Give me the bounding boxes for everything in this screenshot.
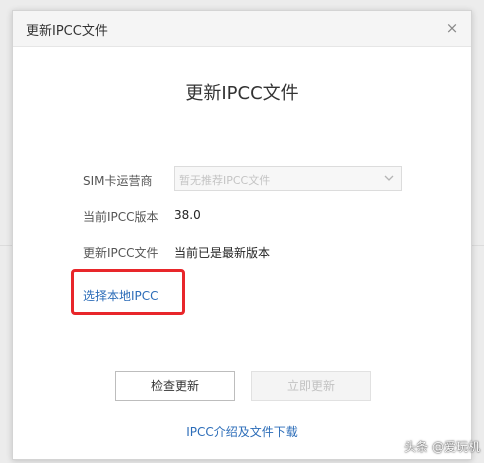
chevron-down-icon bbox=[384, 175, 394, 181]
update-file-label: 更新IPCC文件 bbox=[83, 246, 159, 260]
background-divider-right bbox=[472, 245, 484, 246]
current-version-value: 38.0 bbox=[174, 208, 201, 222]
carrier-select-value: 暂无推荐IPCC文件 bbox=[179, 174, 271, 187]
update-ipcc-dialog: 更新IPCC文件 × 更新IPCC文件 SIM卡运营商 暂无推荐IPCC文件 当… bbox=[12, 10, 472, 460]
check-update-button[interactable]: 检查更新 bbox=[115, 371, 235, 401]
dialog-title: 更新IPCC文件 bbox=[26, 24, 108, 39]
update-now-button: 立即更新 bbox=[251, 371, 371, 401]
update-file-status: 当前已是最新版本 bbox=[174, 246, 271, 260]
carrier-label: SIM卡运营商 bbox=[83, 174, 153, 188]
close-icon[interactable]: × bbox=[445, 20, 459, 36]
watermark-text: 头条 @爱玩机 bbox=[404, 440, 480, 454]
ipcc-intro-download-link[interactable]: IPCC介绍及文件下载 bbox=[13, 423, 471, 440]
background-divider-left bbox=[0, 245, 12, 246]
dialog-titlebar: 更新IPCC文件 × bbox=[13, 11, 471, 47]
carrier-select[interactable]: 暂无推荐IPCC文件 bbox=[174, 166, 402, 191]
current-version-label: 当前IPCC版本 bbox=[83, 210, 159, 224]
page-title: 更新IPCC文件 bbox=[185, 83, 299, 104]
watermark-logo-icon bbox=[384, 440, 398, 454]
choose-local-ipcc-link[interactable]: 选择本地IPCC bbox=[83, 287, 159, 304]
